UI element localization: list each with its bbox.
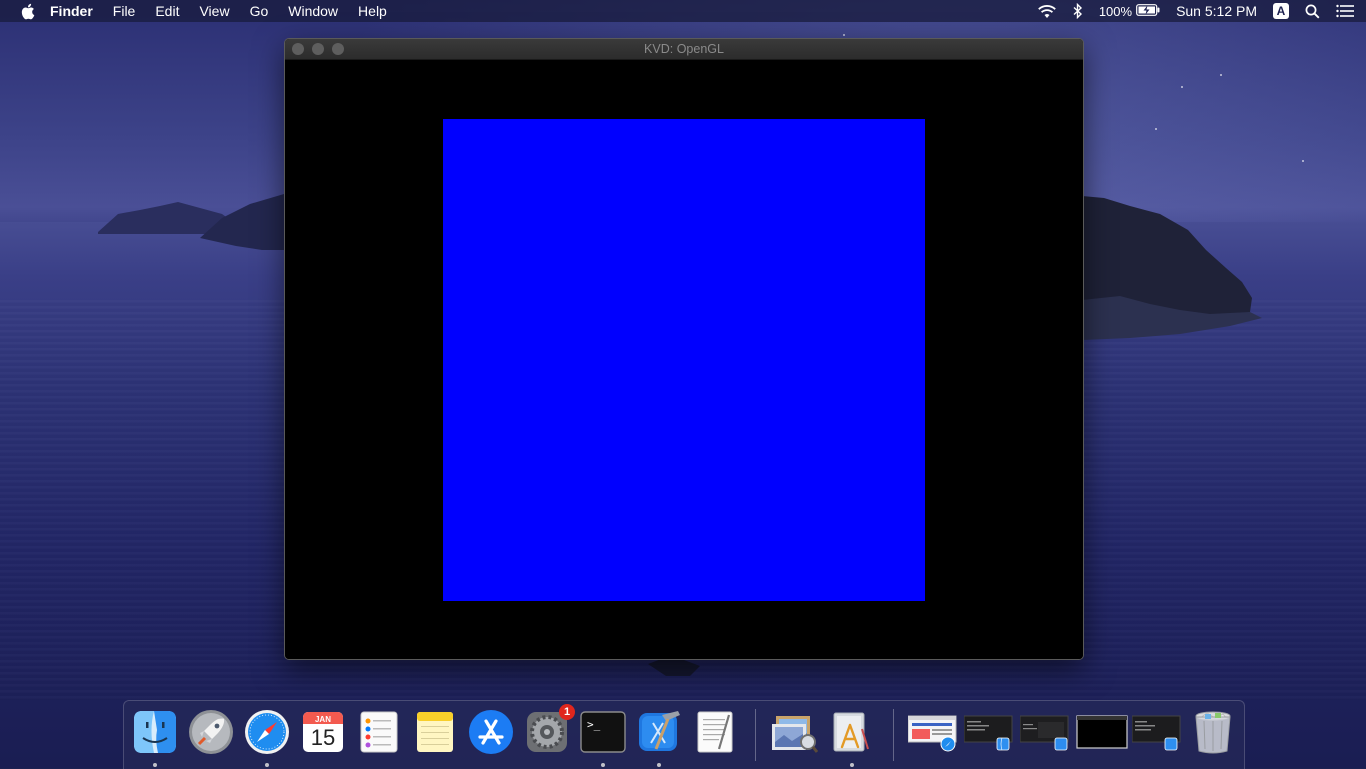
dock-reminders-icon[interactable]: [355, 708, 403, 756]
window-title: KVD: OpenGL: [644, 42, 724, 56]
dock-launchpad-icon[interactable]: [187, 708, 235, 756]
apple-logo-icon[interactable]: [18, 2, 36, 20]
menu-finder[interactable]: Finder: [50, 0, 103, 22]
rendered-blue-square: [443, 119, 925, 601]
dock-minimized-safari-window[interactable]: [908, 708, 958, 756]
calendar-month: JAN: [314, 715, 331, 724]
dock-minimized-finder-window-1[interactable]: [964, 708, 1014, 756]
menu-window[interactable]: Window: [278, 0, 348, 22]
bluetooth-icon[interactable]: [1073, 3, 1083, 19]
input-source-letter: A: [1273, 3, 1289, 19]
spotlight-icon[interactable]: [1305, 4, 1320, 19]
dock-app-store-icon[interactable]: [467, 708, 515, 756]
opengl-viewport[interactable]: [285, 60, 1083, 659]
dock-xcode-icon[interactable]: [635, 708, 683, 756]
menu-help[interactable]: Help: [348, 0, 397, 22]
battery-charging-icon: [1136, 3, 1160, 19]
dock-running-indicator: [153, 763, 157, 767]
battery-status[interactable]: 100%: [1099, 3, 1160, 19]
wifi-icon[interactable]: [1037, 4, 1057, 19]
menu-bar: Finder File Edit View Go Window Help 100…: [0, 0, 1366, 22]
input-source-icon[interactable]: A: [1273, 3, 1289, 19]
dock-finder-icon[interactable]: [131, 708, 179, 756]
calendar-day: 15: [310, 725, 336, 750]
opengl-window[interactable]: KVD: OpenGL: [284, 38, 1084, 660]
window-titlebar[interactable]: KVD: OpenGL: [285, 39, 1083, 60]
dock-trash-icon[interactable]: [1189, 708, 1237, 756]
battery-percent: 100%: [1098, 3, 1133, 19]
dock-minimized-terminal-window[interactable]: [1076, 708, 1128, 756]
dock-calendar-icon[interactable]: JAN 15: [299, 708, 347, 756]
terminal-prompt-glyph: >_: [587, 718, 601, 731]
dock-notes-icon[interactable]: [411, 708, 459, 756]
menu-view[interactable]: View: [189, 0, 239, 22]
dock: JAN 15 1 >_: [123, 700, 1245, 769]
dock-separator: [755, 709, 756, 761]
menu-file[interactable]: File: [103, 0, 146, 22]
dock-terminal-icon[interactable]: >_: [579, 708, 627, 756]
dock-safari-icon[interactable]: [243, 708, 291, 756]
dock-system-preferences-icon[interactable]: 1: [523, 704, 575, 756]
dock-minimized-finder-window-2[interactable]: [1132, 708, 1182, 756]
dock-separator: [893, 709, 894, 761]
dock-preview-icon[interactable]: [771, 708, 819, 756]
notification-badge: 1: [559, 704, 575, 720]
dock-running-indicator: [657, 763, 661, 767]
menu-edit[interactable]: Edit: [145, 0, 189, 22]
dock-applications-folder-icon[interactable]: [827, 708, 875, 756]
dock-running-indicator: [850, 763, 854, 767]
dock-running-indicator: [265, 763, 269, 767]
dock-running-indicator: [601, 763, 605, 767]
menu-go[interactable]: Go: [240, 0, 279, 22]
clock[interactable]: Sun 5:12 PM: [1176, 3, 1257, 19]
dock-textedit-icon[interactable]: [691, 708, 739, 756]
notification-center-icon[interactable]: [1336, 4, 1354, 18]
dock-minimized-xcode-window[interactable]: [1020, 708, 1070, 756]
